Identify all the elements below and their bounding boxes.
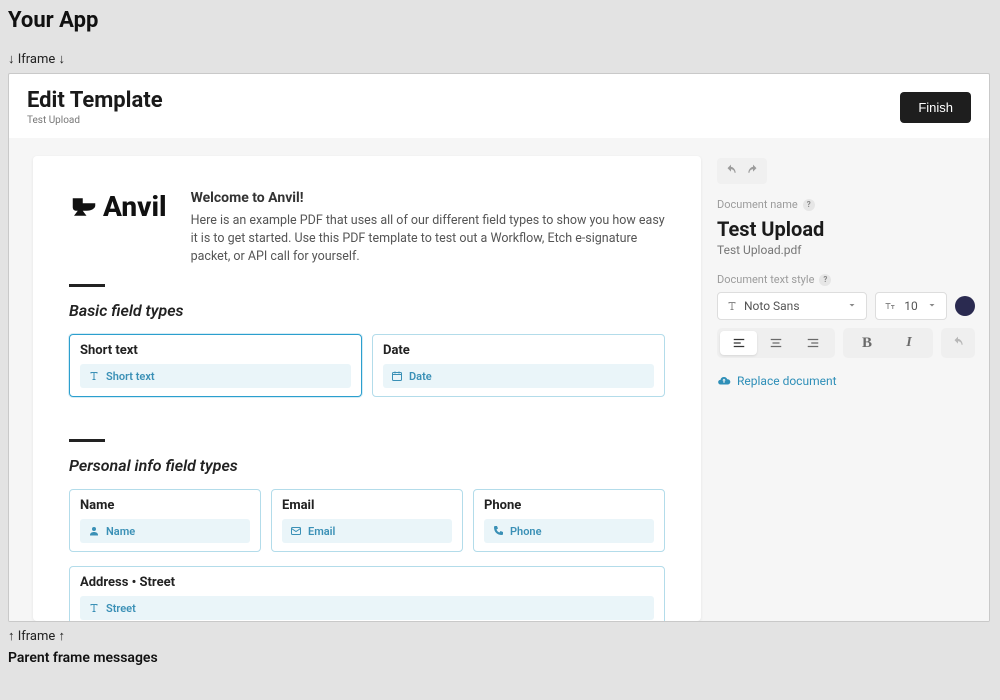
divider <box>69 439 105 442</box>
properties-panel: Document name ? Test Upload Test Upload.… <box>717 156 975 621</box>
phone-icon <box>492 525 504 537</box>
field-placeholder: Name <box>106 525 135 538</box>
field-placeholder: Email <box>308 525 335 538</box>
align-right-icon <box>806 336 820 350</box>
field-date[interactable]: Date Date <box>372 334 665 397</box>
reset-icon <box>951 336 965 350</box>
welcome-title: Welcome to Anvil! <box>191 190 665 206</box>
align-group <box>717 328 835 358</box>
anvil-logo-icon <box>69 192 99 222</box>
font-family-value: Noto Sans <box>744 299 840 313</box>
field-placeholder: Short text <box>106 370 155 383</box>
field-input-email[interactable]: Email <box>282 519 452 543</box>
cloud-upload-icon <box>717 374 731 388</box>
italic-button[interactable]: I <box>888 331 930 355</box>
text-color-swatch[interactable] <box>955 296 975 316</box>
field-input-date[interactable]: Date <box>383 364 654 388</box>
finish-button[interactable]: Finish <box>900 92 971 123</box>
section-personal-title: Personal info field types <box>69 456 665 475</box>
replace-document-label: Replace document <box>737 374 837 388</box>
app-title: Your App <box>8 8 992 33</box>
field-placeholder: Phone <box>510 525 542 538</box>
iframe-label-bottom: ↑ Iframe ↑ <box>8 628 992 644</box>
help-icon[interactable]: ? <box>803 199 815 211</box>
text-icon <box>726 300 738 312</box>
reset-style-button[interactable] <box>944 331 972 355</box>
section-basic-title: Basic field types <box>69 301 665 320</box>
calendar-icon <box>391 370 403 382</box>
welcome-body: Here is an example PDF that uses all of … <box>191 212 665 266</box>
format-group: B I <box>843 328 933 358</box>
iframe-label-top: ↓ Iframe ↓ <box>8 51 992 67</box>
doc-name-value[interactable]: Test Upload <box>717 217 975 241</box>
field-input-phone[interactable]: Phone <box>484 519 654 543</box>
replace-document-link[interactable]: Replace document <box>717 374 975 388</box>
field-email[interactable]: Email Email <box>271 489 463 552</box>
bold-button[interactable]: B <box>846 331 888 355</box>
field-label: Phone <box>484 498 654 513</box>
field-placeholder: Street <box>106 602 136 615</box>
chevron-down-icon <box>846 299 858 314</box>
field-placeholder: Date <box>409 370 432 383</box>
align-right-button[interactable] <box>795 331 832 355</box>
person-icon <box>88 525 100 537</box>
field-label: Short text <box>80 343 351 358</box>
undo-button[interactable] <box>720 161 742 181</box>
field-address-street[interactable]: Address • Street Street <box>69 566 665 621</box>
doc-file-name: Test Upload.pdf <box>717 243 975 257</box>
redo-icon <box>746 164 760 178</box>
field-input-short-text[interactable]: Short text <box>80 364 351 388</box>
text-icon <box>88 370 100 382</box>
page-title: Edit Template <box>27 88 163 113</box>
field-label: Date <box>383 343 654 358</box>
divider <box>69 284 105 287</box>
anvil-logo: Anvil <box>69 190 167 223</box>
field-input-street[interactable]: Street <box>80 596 654 620</box>
text-size-icon <box>884 300 896 312</box>
font-family-select[interactable]: Noto Sans <box>717 292 867 320</box>
field-label: Email <box>282 498 452 513</box>
chevron-down-icon <box>926 299 938 314</box>
field-input-name[interactable]: Name <box>80 519 250 543</box>
field-label: Address • Street <box>80 575 654 590</box>
field-label: Name <box>80 498 250 513</box>
parent-frame-messages-heading: Parent frame messages <box>8 650 992 666</box>
workspace: Anvil Welcome to Anvil! Here is an examp… <box>9 138 989 621</box>
reset-group <box>941 328 975 358</box>
align-left-icon <box>732 336 746 350</box>
redo-button[interactable] <box>742 161 764 181</box>
history-controls <box>717 158 767 184</box>
align-center-button[interactable] <box>757 331 794 355</box>
text-icon <box>88 602 100 614</box>
header: Edit Template Test Upload Finish <box>9 74 989 138</box>
text-style-label: Document text style ? <box>717 273 975 286</box>
iframe-content: Edit Template Test Upload Finish Anvil W… <box>8 73 990 622</box>
document-preview: Anvil Welcome to Anvil! Here is an examp… <box>33 156 701 621</box>
logo-text: Anvil <box>103 190 167 223</box>
page-subtitle: Test Upload <box>27 115 163 126</box>
align-left-button[interactable] <box>720 331 757 355</box>
mail-icon <box>290 525 302 537</box>
field-name[interactable]: Name Name <box>69 489 261 552</box>
undo-icon <box>724 164 738 178</box>
align-center-icon <box>769 336 783 350</box>
field-short-text[interactable]: Short text Short text <box>69 334 362 397</box>
font-size-value: 10 <box>904 299 918 313</box>
font-size-select[interactable]: 10 <box>875 292 947 320</box>
doc-name-label: Document name ? <box>717 198 975 211</box>
help-icon[interactable]: ? <box>819 274 831 286</box>
field-phone[interactable]: Phone Phone <box>473 489 665 552</box>
